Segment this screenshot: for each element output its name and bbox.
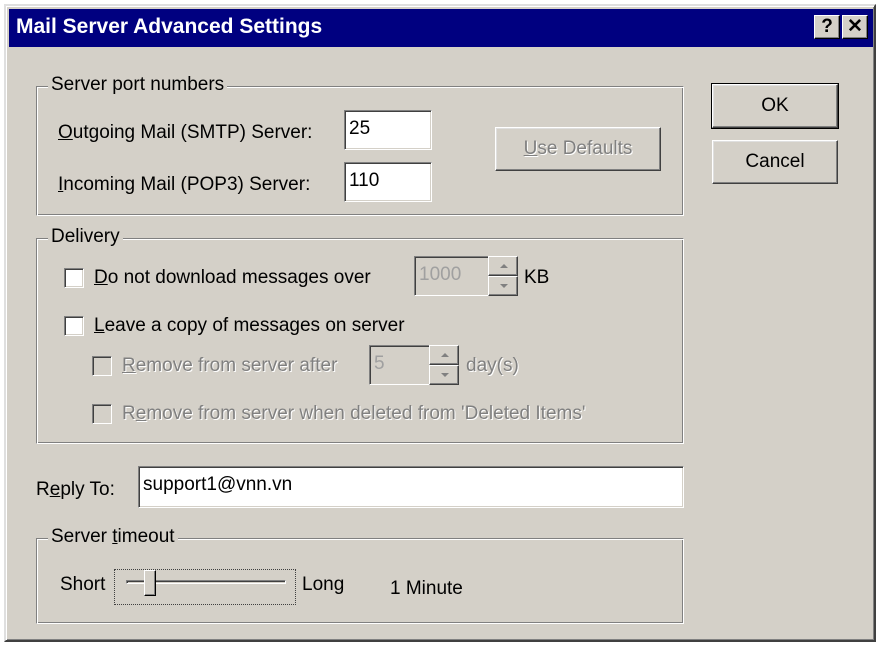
long-label: Long (302, 574, 345, 595)
chevron-down-icon (441, 373, 449, 377)
incoming-port-field[interactable]: 110 (344, 162, 432, 202)
remove-after-days-field[interactable]: 5 (369, 345, 431, 385)
cancel-label: Cancel (745, 151, 805, 172)
size-limit-up-button[interactable] (488, 256, 518, 276)
incoming-server-label-text: ncoming Mail (POP3) Server: (63, 174, 311, 195)
timeout-slider-thumb[interactable] (144, 570, 156, 596)
help-button[interactable]: ? (814, 15, 840, 39)
close-button[interactable]: ✕ (842, 15, 868, 39)
remove-deleted-label: Remove from server when deleted from 'De… (122, 403, 586, 424)
server-port-numbers-legend: Server port numbers (48, 74, 228, 96)
size-unit-label: KB (524, 267, 550, 288)
mail-server-advanced-settings-dialog: Mail Server Advanced Settings ? ✕ Server… (4, 4, 876, 642)
remove-after-checkbox[interactable] (92, 356, 112, 376)
ok-button[interactable]: OK (711, 83, 839, 129)
timeout-slider[interactable] (114, 569, 296, 605)
size-limit-spinner[interactable] (488, 256, 518, 296)
remove-after-up-button[interactable] (429, 345, 459, 365)
chevron-up-icon (441, 353, 449, 357)
outgoing-port-field[interactable]: 25 (344, 110, 432, 150)
chevron-down-icon (500, 284, 508, 288)
close-icon: ✕ (847, 16, 863, 37)
delivery-legend: Delivery (48, 226, 123, 248)
use-defaults-label: Use Defaults (523, 138, 633, 159)
remove-deleted-checkbox[interactable] (92, 404, 112, 424)
use-defaults-button[interactable]: Use Defaults (495, 127, 661, 171)
size-limit-field[interactable]: 1000 (414, 256, 490, 296)
chevron-up-icon (500, 264, 508, 268)
do-not-download-checkbox[interactable] (64, 268, 84, 288)
outgoing-server-label: Outgoing Mail (SMTP) Server: (58, 122, 313, 143)
size-limit-down-button[interactable] (488, 276, 518, 296)
short-label: Short (60, 574, 106, 595)
server-timeout-legend: Server timeout (48, 526, 178, 548)
remove-after-spinner[interactable] (429, 345, 459, 385)
do-not-download-label: Do not download messages over (94, 267, 371, 288)
reply-to-label: Reply To: (36, 479, 115, 500)
remove-after-label: Remove from server after (122, 355, 338, 376)
incoming-server-label: Incoming Mail (POP3) Server: (58, 174, 311, 195)
question-mark-icon: ? (821, 16, 833, 37)
remove-after-down-button[interactable] (429, 365, 459, 385)
reply-to-field[interactable]: support1@vnn.vn (138, 466, 684, 508)
timeout-value-text: 1 Minute (390, 578, 463, 599)
leave-copy-checkbox[interactable] (64, 316, 84, 336)
title-bar[interactable]: Mail Server Advanced Settings ? ✕ (9, 9, 873, 47)
cancel-button[interactable]: Cancel (712, 140, 838, 184)
ok-label: OK (761, 95, 789, 116)
window-title: Mail Server Advanced Settings (16, 15, 323, 38)
outgoing-server-label-text: utgoing Mail (SMTP) Server: (72, 122, 313, 143)
remove-after-unit-label: day(s) (466, 355, 519, 376)
leave-copy-label: Leave a copy of messages on server (94, 315, 405, 336)
